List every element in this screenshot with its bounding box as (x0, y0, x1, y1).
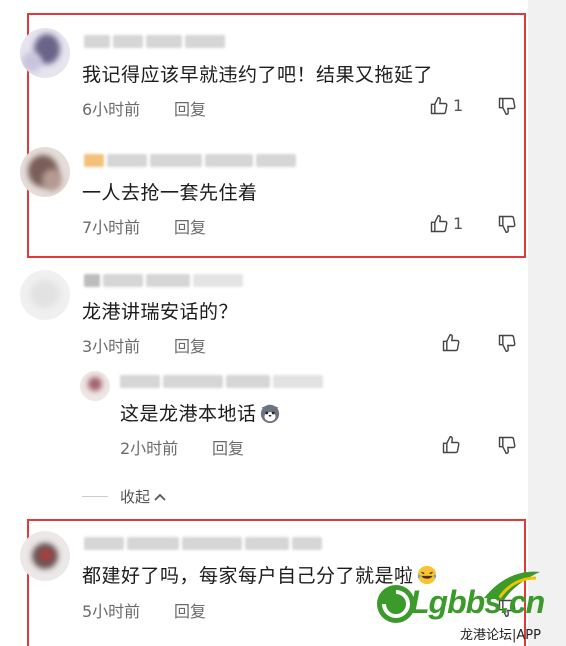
comment-text: 我记得应该早就违约了吧！结果又拖延了 (82, 64, 434, 86)
avatar[interactable] (20, 147, 70, 197)
reply-button[interactable]: 回复 (174, 96, 206, 120)
avatar[interactable] (20, 270, 70, 320)
collapse-replies-button[interactable]: 收起 (120, 486, 167, 507)
username-blurred[interactable] (84, 33, 225, 49)
username-blurred[interactable] (120, 373, 323, 389)
like-count: 1 (453, 96, 464, 115)
comment-time: 5小时前 (82, 602, 141, 621)
comment-time: 3小时前 (82, 337, 141, 356)
username-blurred[interactable] (84, 535, 322, 551)
right-edge-strip (528, 0, 566, 646)
like-count: 1 (453, 214, 464, 233)
thumb-up-icon[interactable] (429, 96, 449, 116)
thumb-up-icon[interactable] (441, 333, 461, 353)
husky-face-emoji (260, 404, 279, 424)
username-blurred[interactable] (84, 152, 296, 168)
reply-button[interactable]: 回复 (174, 333, 206, 357)
comment-text: 龙港讲瑞安话的？ (82, 301, 239, 323)
lgbbs-watermark-logo: Lgbbs.cn 龙港论坛|APP (372, 568, 562, 644)
thumb-up-icon[interactable] (429, 214, 449, 234)
thumb-down-icon[interactable] (497, 333, 517, 353)
comment-1: 我记得应该早就违约了吧！结果又拖延了 6小时前 回复 1 (0, 0, 528, 130)
avatar[interactable] (20, 28, 70, 78)
username-blurred[interactable] (84, 272, 243, 288)
thumb-up-icon[interactable] (441, 435, 461, 455)
comment-time: 2小时前 (120, 439, 179, 458)
comment-text: 一人去抢一套先住着 (82, 182, 258, 204)
avatar[interactable] (20, 531, 70, 581)
collapse-divider (82, 496, 108, 497)
lgbbs-logo-text: Lgbbs.cn (410, 584, 545, 620)
chevron-up-icon (154, 493, 166, 501)
reply-button[interactable]: 回复 (212, 435, 244, 459)
comment-4-reply: 这是龙港本地话 2小时前 回复 (0, 365, 528, 473)
lgbbs-caption: 龙港论坛|APP (460, 628, 541, 643)
comment-2: 一人去抢一套先住着 7小时前 回复 1 (0, 130, 528, 258)
comment-time: 7小时前 (82, 218, 141, 237)
reply-button[interactable]: 回复 (174, 598, 206, 622)
comment-time: 6小时前 (82, 100, 141, 119)
reply-button[interactable]: 回复 (174, 214, 206, 238)
comment-text: 这是龙港本地话 (120, 399, 281, 426)
thumb-down-icon[interactable] (497, 435, 517, 455)
avatar[interactable] (80, 371, 110, 401)
comment-3: 龙港讲瑞安话的？ 3小时前 回复 (0, 258, 528, 368)
thumb-down-icon[interactable] (497, 214, 517, 234)
thumb-down-icon[interactable] (497, 96, 517, 116)
